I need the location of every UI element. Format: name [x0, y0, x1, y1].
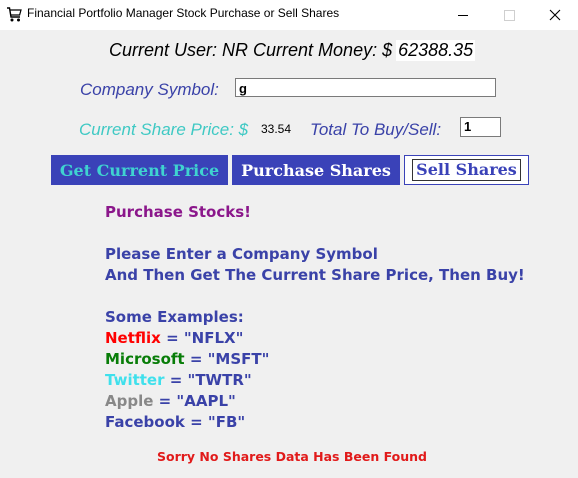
get-current-price-label: Get Current Price: [59, 160, 220, 180]
minimize-button[interactable]: [440, 0, 486, 30]
current-share-price-value: 33.54: [261, 122, 292, 136]
minimize-icon: [458, 14, 468, 16]
sell-shares-button[interactable]: Sell Shares: [404, 155, 529, 185]
example-facebook: Facebook = "FB": [105, 413, 245, 431]
info-instruction-1: Please Enter a Company Symbol: [105, 245, 378, 263]
info-title: Purchase Stocks!: [105, 203, 252, 221]
example-symbol: = "NFLX": [160, 329, 244, 347]
example-symbol: = "AAPL": [153, 392, 236, 410]
get-current-price-button[interactable]: Get Current Price: [51, 155, 228, 185]
examples-heading: Some Examples:: [105, 308, 244, 326]
example-symbol: = "TWTR": [164, 371, 252, 389]
current-money-value: 62388.35: [396, 40, 476, 61]
example-name: Facebook: [105, 413, 185, 431]
current-user-line: Current User: NR Current Money: $62388.3…: [109, 40, 476, 61]
total-to-buy-sell-input[interactable]: 1: [460, 117, 501, 137]
example-symbol: = "MSFT": [184, 350, 270, 368]
example-name: Apple: [105, 392, 154, 410]
current-share-price-label: Current Share Price: $: [79, 120, 249, 139]
example-twitter: Twitter = "TWTR": [105, 371, 252, 389]
sell-shares-label: Sell Shares: [412, 159, 521, 181]
title-bar: Financial Portfolio Manager Stock Purcha…: [0, 0, 578, 30]
maximize-button[interactable]: [486, 0, 532, 30]
maximize-icon: [503, 9, 515, 21]
example-name: Netflix: [105, 329, 161, 347]
example-name: Twitter: [105, 371, 165, 389]
status-message: Sorry No Shares Data Has Been Found: [157, 449, 427, 464]
close-icon: [549, 9, 561, 21]
example-microsoft: Microsoft = "MSFT": [105, 350, 269, 368]
info-instruction-2: And Then Get The Current Share Price, Th…: [105, 266, 525, 284]
total-to-buy-sell-label: Total To Buy/Sell:: [310, 120, 442, 139]
current-user-label: Current User: NR Current Money: $: [109, 40, 393, 60]
example-apple: Apple = "AAPL": [105, 392, 236, 410]
close-button[interactable]: [532, 0, 578, 30]
purchase-shares-label: Purchase Shares: [241, 160, 391, 180]
company-symbol-input[interactable]: g: [235, 78, 496, 97]
company-symbol-label: Company Symbol:: [80, 80, 219, 99]
purchase-shares-button[interactable]: Purchase Shares: [232, 155, 400, 185]
example-name: Microsoft: [105, 350, 185, 368]
example-netflix: Netflix = "NFLX": [105, 329, 243, 347]
shopping-cart-icon: [7, 7, 22, 22]
window-title: Financial Portfolio Manager Stock Purcha…: [27, 6, 340, 20]
example-symbol: = "FB": [184, 413, 246, 431]
